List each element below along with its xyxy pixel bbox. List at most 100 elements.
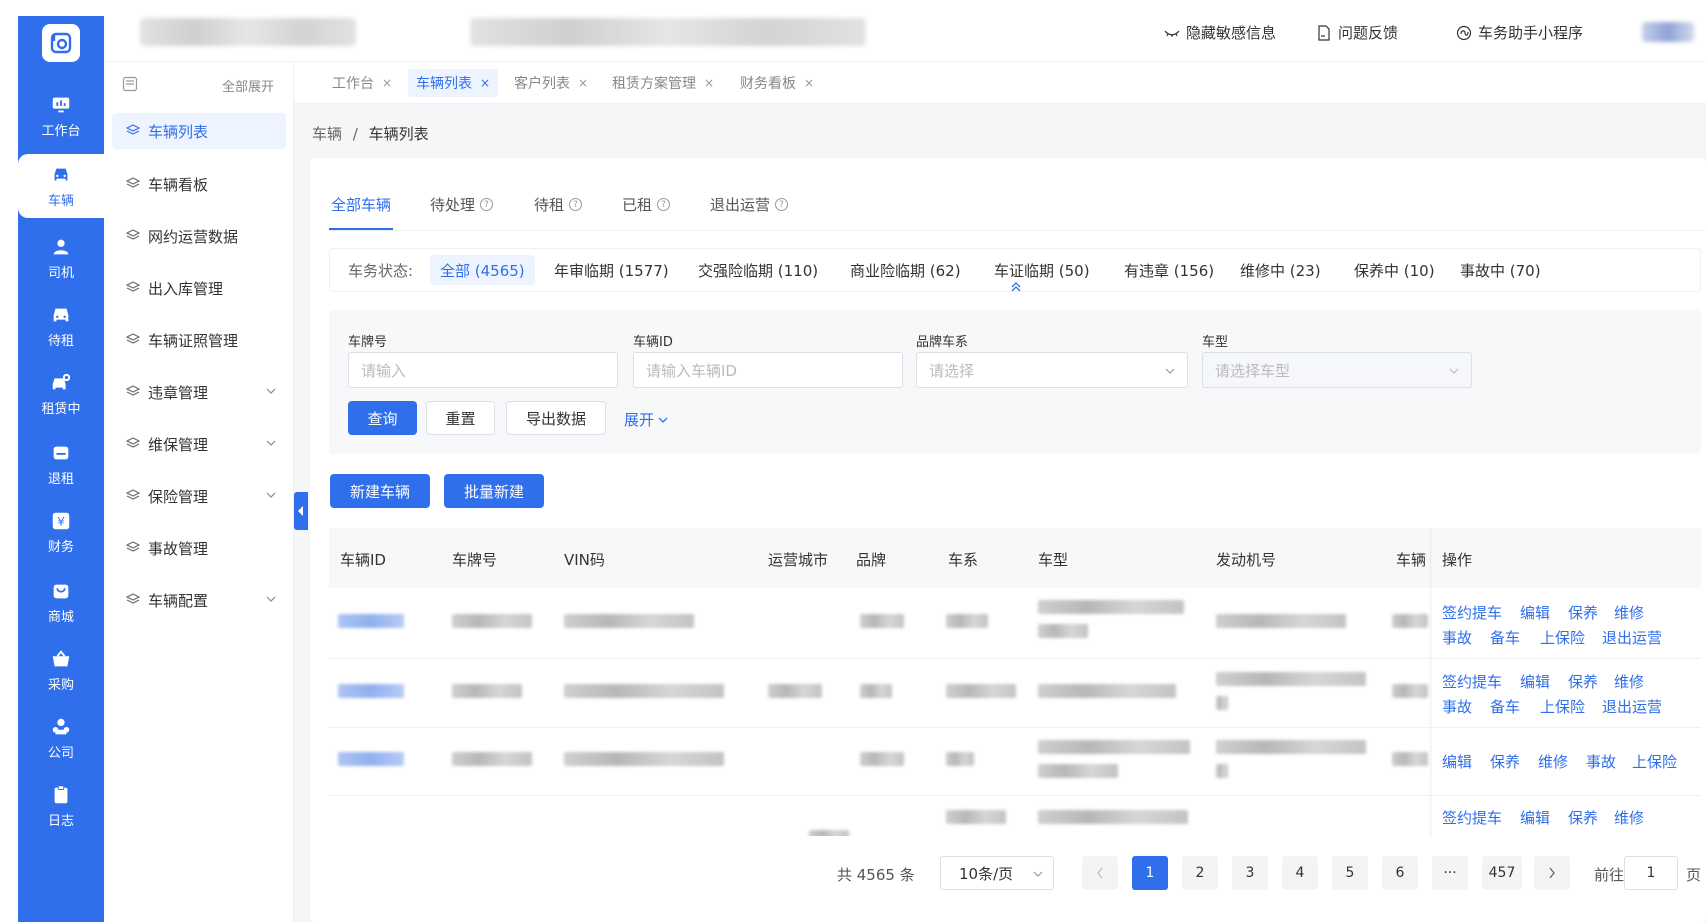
brand-select[interactable]: 请选择 [916, 352, 1188, 388]
page-button[interactable]: 3 [1232, 856, 1268, 890]
rail-item-log[interactable]: 日志 [18, 774, 104, 838]
submenu-item-vehicle-board[interactable]: 车辆看板 [112, 166, 286, 202]
expand-all-link[interactable]: 全部展开 [222, 76, 274, 95]
double-chevron-up-icon[interactable] [1010, 282, 1022, 292]
accident-link[interactable]: 事故 [1442, 696, 1472, 717]
submenu-item-warehouse[interactable]: 出入库管理 [112, 270, 286, 306]
page-button[interactable]: 5 [1332, 856, 1368, 890]
prepare-link[interactable]: 备车 [1490, 696, 1520, 717]
repair-link[interactable]: 维修 [1538, 751, 1568, 772]
edit-link[interactable]: 编辑 [1520, 671, 1550, 692]
hide-sensitive-toggle[interactable]: 隐藏敏感信息 [1164, 22, 1276, 43]
repair-link[interactable]: 维修 [1614, 807, 1644, 828]
status-chip-license-expiry[interactable]: 车证临期 (50) [984, 255, 1100, 285]
accident-link[interactable]: 事故 [1442, 627, 1472, 648]
submenu-item-license[interactable]: 车辆证照管理 [112, 322, 286, 358]
feedback-button[interactable]: 问题反馈 [1316, 22, 1398, 43]
sidebar-collapse-handle[interactable] [294, 492, 308, 530]
page-button[interactable]: 4 [1282, 856, 1318, 890]
close-icon[interactable]: × [704, 76, 714, 90]
tab-vehicle-list[interactable]: 车辆列表 × [408, 69, 499, 97]
repair-link[interactable]: 维修 [1614, 671, 1644, 692]
submenu-item-accident[interactable]: 事故管理 [112, 530, 286, 566]
rail-item-vehicle[interactable]: 车辆 [18, 154, 104, 218]
submenu-item-insurance[interactable]: 保险管理 [112, 478, 286, 514]
page-button[interactable]: 1 [1132, 856, 1168, 890]
vehicle-id-cell[interactable] [338, 684, 404, 698]
close-icon[interactable]: × [804, 76, 814, 90]
batch-new-button[interactable]: 批量新建 [444, 474, 544, 508]
maintain-link[interactable]: 保养 [1568, 807, 1598, 828]
rail-item-finance[interactable]: ¥ 财务 [18, 500, 104, 564]
rail-item-purchase[interactable]: 采购 [18, 638, 104, 702]
status-chip-repairing[interactable]: 维修中 (23) [1230, 255, 1331, 285]
next-page-button[interactable] [1534, 856, 1570, 890]
maintain-link[interactable]: 保养 [1490, 751, 1520, 772]
tab-waiting-rent[interactable]: 待租? [534, 194, 583, 215]
export-button[interactable]: 导出数据 [506, 401, 606, 435]
page-button[interactable]: 457 [1482, 856, 1522, 890]
status-chip-violations[interactable]: 有违章 (156) [1114, 255, 1224, 285]
plate-input[interactable]: 请输入 [348, 352, 618, 388]
edit-link[interactable]: 编辑 [1442, 751, 1472, 772]
add-insurance-link[interactable]: 上保险 [1540, 696, 1585, 717]
exit-operation-link[interactable]: 退出运营 [1602, 696, 1662, 717]
status-chip-servicing[interactable]: 保养中 (10) [1344, 255, 1445, 285]
model-select[interactable]: 请选择车型 [1202, 352, 1472, 388]
mini-program-button[interactable]: 车务助手小程序 [1456, 22, 1583, 43]
rail-item-return[interactable]: 退租 [18, 432, 104, 496]
page-button[interactable]: 2 [1182, 856, 1218, 890]
submenu-item-maintenance[interactable]: 维保管理 [112, 426, 286, 462]
status-chip-accident[interactable]: 事故中 (70) [1450, 255, 1551, 285]
page-size-select[interactable]: 10条/页 [940, 856, 1054, 890]
sign-pickup-link[interactable]: 签约提车 [1442, 602, 1502, 623]
prepare-link[interactable]: 备车 [1490, 627, 1520, 648]
status-chip-annual-inspection[interactable]: 年审临期 (1577) [544, 255, 679, 285]
add-insurance-link[interactable]: 上保险 [1632, 751, 1677, 772]
tab-workbench[interactable]: 工作台 × [324, 69, 400, 97]
sign-pickup-link[interactable]: 签约提车 [1442, 671, 1502, 692]
exit-operation-link[interactable]: 退出运营 [1602, 627, 1662, 648]
vehicle-id-input[interactable]: 请输入车辆ID [633, 352, 903, 388]
edit-link[interactable]: 编辑 [1520, 602, 1550, 623]
submenu-item-vehicle-list[interactable]: 车辆列表 [112, 113, 286, 149]
rail-item-renting[interactable]: 租赁中 [18, 362, 104, 426]
status-chip-all[interactable]: 全部 (4565) [430, 255, 535, 285]
close-icon[interactable]: × [480, 76, 490, 90]
rail-item-workbench[interactable]: 工作台 [18, 84, 104, 148]
collapse-panel-icon[interactable] [122, 76, 138, 92]
status-chip-commercial-insurance[interactable]: 商业险临期 (62) [840, 255, 971, 285]
status-chip-compulsory-insurance[interactable]: 交强险临期 (110) [688, 255, 828, 285]
page-button[interactable]: 6 [1382, 856, 1418, 890]
prev-page-button[interactable] [1082, 856, 1118, 890]
reset-button[interactable]: 重置 [426, 401, 495, 435]
user-avatar[interactable] [1642, 22, 1694, 42]
maintain-link[interactable]: 保养 [1568, 671, 1598, 692]
rail-item-mall[interactable]: 商城 [18, 570, 104, 634]
add-insurance-link[interactable]: 上保险 [1540, 627, 1585, 648]
maintain-link[interactable]: 保养 [1568, 602, 1598, 623]
app-logo[interactable] [42, 24, 80, 62]
breadcrumb-parent[interactable]: 车辆 [312, 125, 342, 143]
page-ellipsis[interactable]: ··· [1432, 856, 1468, 890]
edit-link[interactable]: 编辑 [1520, 807, 1550, 828]
goto-page-input[interactable]: 1 [1624, 856, 1678, 890]
tab-pending[interactable]: 待处理? [430, 194, 494, 215]
tab-customer-list[interactable]: 客户列表 × [506, 69, 596, 97]
submenu-item-vehicle-config[interactable]: 车辆配置 [112, 582, 286, 618]
close-icon[interactable]: × [578, 76, 588, 90]
repair-link[interactable]: 维修 [1614, 602, 1644, 623]
rail-item-for-rent[interactable]: 待租 [18, 294, 104, 358]
tab-finance-board[interactable]: 财务看板 × [732, 69, 822, 97]
submenu-item-ride-hailing-data[interactable]: 网约运营数据 [112, 218, 286, 254]
vehicle-id-cell[interactable] [338, 614, 404, 628]
new-vehicle-button[interactable]: 新建车辆 [330, 474, 430, 508]
sign-pickup-link[interactable]: 签约提车 [1442, 807, 1502, 828]
close-icon[interactable]: × [382, 76, 392, 90]
tab-rented[interactable]: 已租? [622, 194, 671, 215]
expand-filters-link[interactable]: 展开 [624, 409, 668, 430]
rail-item-company[interactable]: 公司 [18, 706, 104, 770]
rail-item-driver[interactable]: 司机 [18, 226, 104, 290]
tab-lease-plans[interactable]: 租赁方案管理 × [604, 69, 722, 97]
tab-out-of-service[interactable]: 退出运营? [710, 194, 789, 215]
